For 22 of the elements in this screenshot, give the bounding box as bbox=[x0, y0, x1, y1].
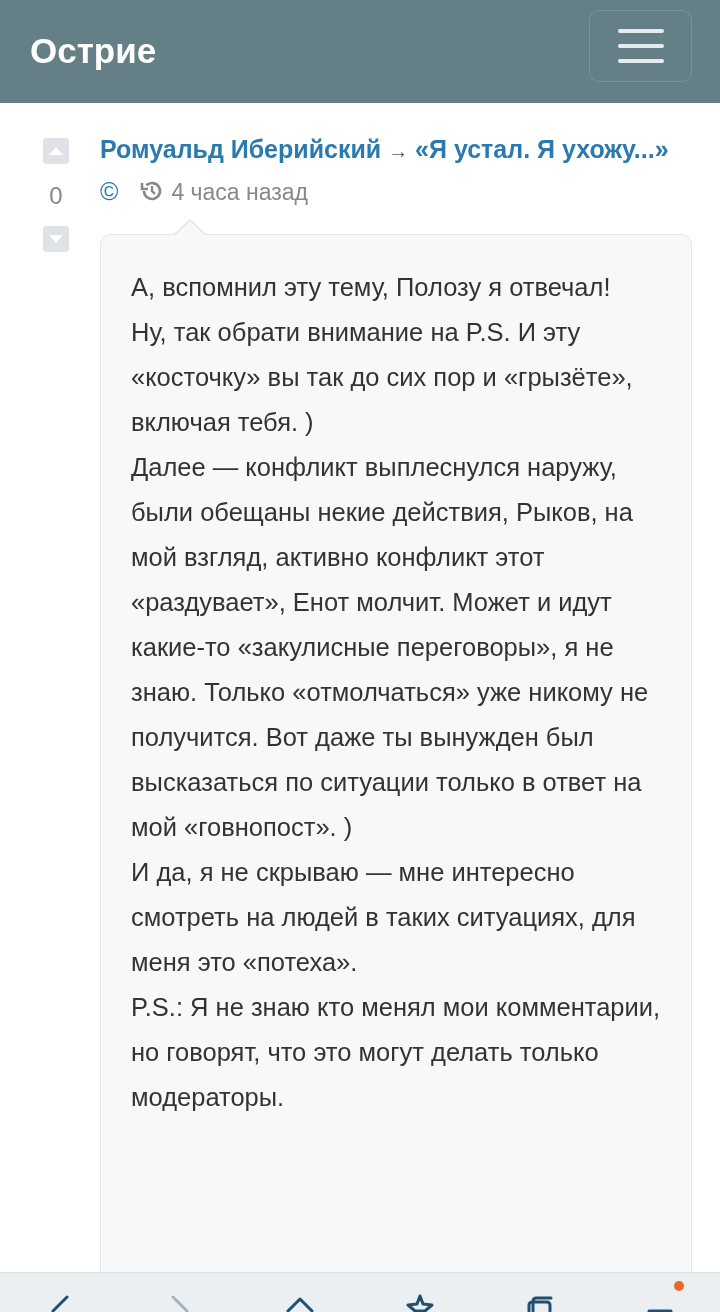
copyright-symbol: © bbox=[100, 177, 119, 205]
forward-icon bbox=[171, 1295, 189, 1312]
menu-icon bbox=[617, 28, 664, 63]
topic-link[interactable]: «Я устал. Я ухожу...» bbox=[415, 135, 669, 163]
comment-paragraph: И да, я не скрываю — мне интересно смотреть на людей в таких ситуациях, для меня это «потеха». bbox=[131, 857, 637, 978]
author-link[interactable]: Ромуальд Иберийский bbox=[100, 135, 382, 163]
comment-paragraph: P.S.: Я не знаю кто менял мои комментарии, но говорят, что это могут делать только модераторы. bbox=[131, 992, 662, 1113]
comment-paragraph: А, вспомнил эту тему, Полозу я отвечал! bbox=[131, 272, 612, 303]
comment-paragraph: Ну, так обрати внимание на P.S. И эту «косточку» вы так до сих пор и «грызёте», включая тебя. ) bbox=[131, 317, 634, 438]
site-title[interactable]: Острие bbox=[30, 25, 157, 78]
home-icon bbox=[286, 1297, 314, 1312]
down-arrow-icon bbox=[49, 235, 63, 243]
menu-button[interactable] bbox=[589, 9, 692, 82]
star-icon bbox=[406, 1294, 434, 1312]
time-label: 4 часа назад bbox=[171, 179, 308, 205]
comment-paragraph: Далее — конфликт выплеснулся наружу, были обещаны некие действия, Рыков, на мой взгляд, активно конфликт этот «раздувает», Енот молчит. Может и идут какие-то «закулисные переговоры», я не знаю. Только «отмолчаться» уже никому не получится. Вот даже ты вынужден был высказаться по ситуации только в ответ на мой «говнопост». ) bbox=[131, 452, 650, 843]
up-arrow-icon bbox=[49, 147, 63, 155]
comment-score: 0 bbox=[49, 181, 63, 211]
tabs-icon bbox=[527, 1294, 553, 1312]
arrow-symbol: → bbox=[388, 140, 409, 162]
back-icon bbox=[51, 1295, 69, 1312]
menu-icon bbox=[647, 1309, 673, 1312]
